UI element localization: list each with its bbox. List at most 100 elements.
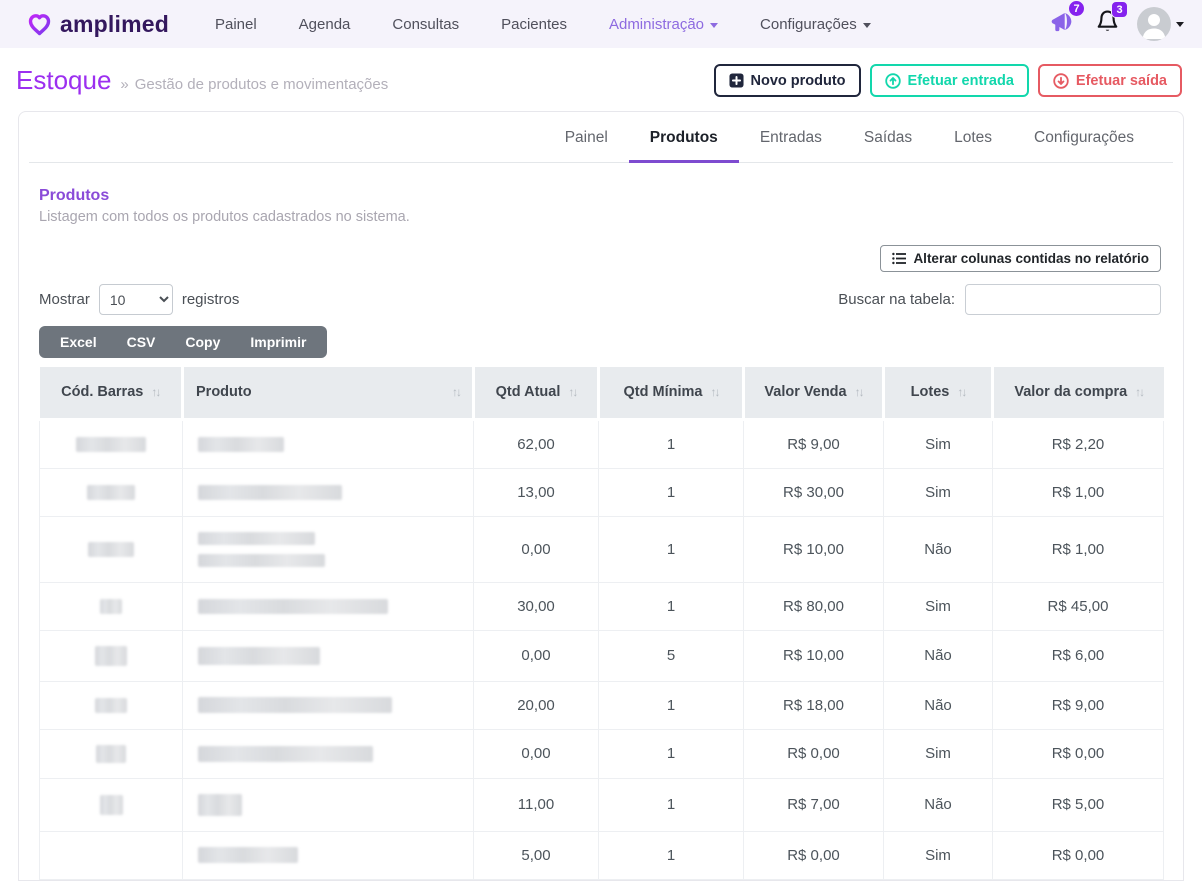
- cell-valor-compra: R$ 0,00: [992, 728, 1164, 779]
- column-header-valor-compra[interactable]: Valor da compra ↑↓: [992, 367, 1164, 421]
- breadcrumb: » Gestão de produtos e movimentações: [120, 75, 389, 93]
- column-header-valor-venda[interactable]: Valor Venda ↑↓: [743, 367, 885, 421]
- arrow-circle-down-icon: [1053, 72, 1069, 89]
- top-navbar: amplimed Painel Agenda Consultas Pacient…: [0, 0, 1202, 48]
- redacted-product-name: [198, 745, 373, 762]
- section-header: Produtos Listagem com todos os produtos …: [39, 187, 1163, 225]
- export-button-group: Excel CSV Copy Imprimir: [39, 326, 328, 358]
- redacted-barcode: [100, 598, 122, 614]
- cell-qtd-atual: 0,00: [473, 629, 599, 682]
- cell-valor-compra: R$ 0,00: [992, 830, 1164, 880]
- cell-qtd-atual: 62,00: [473, 418, 599, 469]
- avatar: [1137, 7, 1171, 41]
- cell-valor-venda: R$ 0,00: [743, 830, 884, 880]
- redacted-barcode: [76, 436, 146, 452]
- cell-produto: [182, 467, 474, 517]
- user-menu[interactable]: [1137, 7, 1184, 41]
- amplimed-logo[interactable]: amplimed: [26, 11, 169, 38]
- cell-qtd-atual: 13,00: [473, 467, 599, 517]
- cell-valor-venda: R$ 80,00: [743, 581, 884, 631]
- column-header-qtd-minima[interactable]: Qtd Mínima ↑↓: [598, 367, 745, 421]
- cell-produto: [182, 830, 474, 880]
- chevron-down-icon: [710, 22, 719, 28]
- column-header-qtd-atual[interactable]: Qtd Atual ↑↓: [473, 367, 600, 421]
- announcements-button[interactable]: 7: [1049, 0, 1085, 41]
- tab-produtos[interactable]: Produtos: [628, 112, 739, 163]
- redacted-barcode: [95, 697, 127, 713]
- tab-configuracoes[interactable]: Configurações: [1013, 112, 1155, 163]
- nav-item-consultas[interactable]: Consultas: [392, 16, 459, 33]
- cell-cod-barras: [39, 629, 183, 682]
- column-header-produto[interactable]: Produto ↑↓: [182, 367, 475, 421]
- search-label: Buscar na tabela:: [838, 291, 955, 308]
- cell-cod-barras: [39, 581, 183, 631]
- cell-qtd-atual: 5,00: [473, 830, 599, 880]
- cell-qtd-minima: 1: [598, 467, 744, 517]
- search-input[interactable]: [965, 284, 1161, 315]
- cell-cod-barras: [39, 777, 183, 832]
- export-print-button[interactable]: Imprimir: [235, 334, 321, 350]
- cell-valor-venda: R$ 0,00: [743, 728, 884, 779]
- table-header-row: Cód. Barras ↑↓ Produto ↑↓ Qtd Atual ↑↓ Qtd …: [39, 367, 1164, 421]
- chevron-down-icon: [862, 22, 871, 28]
- notifications-button[interactable]: 3: [1094, 1, 1128, 40]
- main-nav: Painel Agenda Consultas Pacientes Admini…: [215, 16, 871, 33]
- section-subtitle: Listagem com todos os produtos cadastrad…: [39, 209, 410, 225]
- table-row: 5,00 1 R$ 0,00 Sim R$ 0,00: [39, 830, 1164, 880]
- sort-icon: ↑↓: [1135, 385, 1145, 400]
- sort-icon: ↑↓: [710, 385, 720, 400]
- column-header-cod-barras[interactable]: Cód. Barras ↑↓: [39, 367, 184, 421]
- nav-item-configuracoes[interactable]: Configurações: [760, 16, 871, 33]
- cell-produto: [182, 728, 474, 779]
- cell-qtd-minima: 1: [598, 830, 744, 880]
- tab-painel[interactable]: Painel: [544, 112, 629, 163]
- cell-valor-compra: R$ 9,00: [992, 680, 1164, 730]
- table-row: 11,00 1 R$ 7,00 Não R$ 5,00: [39, 777, 1164, 832]
- page-size-select[interactable]: 10: [98, 284, 173, 315]
- page-size-control: Mostrar 10 registros: [39, 284, 239, 315]
- nav-item-painel[interactable]: Painel: [215, 16, 257, 33]
- redacted-product-name: [198, 531, 315, 545]
- sort-icon: ↑↓: [568, 385, 578, 400]
- page-title: Estoque: [16, 65, 112, 95]
- cell-qtd-atual: 20,00: [473, 680, 599, 730]
- show-label: Mostrar: [39, 291, 90, 308]
- tab-lotes[interactable]: Lotes: [933, 112, 1013, 163]
- tab-saidas[interactable]: Saídas: [843, 112, 933, 163]
- export-excel-button[interactable]: Excel: [45, 334, 112, 350]
- cell-valor-venda: R$ 30,00: [743, 467, 884, 517]
- table-row: 20,00 1 R$ 18,00 Não R$ 9,00: [39, 680, 1164, 730]
- new-product-button[interactable]: Novo produto: [713, 64, 861, 97]
- cell-qtd-minima: 1: [598, 777, 744, 832]
- sort-icon: ↑↓: [957, 385, 967, 400]
- sort-icon: ↑↓: [151, 385, 161, 400]
- cell-qtd-atual: 30,00: [473, 581, 599, 631]
- cell-qtd-atual: 0,00: [473, 728, 599, 779]
- stock-in-button[interactable]: Efetuar entrada: [869, 64, 1029, 97]
- export-copy-button[interactable]: Copy: [170, 334, 235, 350]
- cell-lotes: Não: [883, 680, 993, 730]
- export-csv-button[interactable]: CSV: [112, 334, 171, 350]
- cell-lotes: Não: [883, 777, 993, 832]
- alter-columns-button[interactable]: Alterar colunas contidas no relatório: [880, 245, 1161, 272]
- page-header: Estoque » Gestão de produtos e movimentaç…: [0, 48, 1202, 103]
- cell-valor-compra: R$ 45,00: [992, 581, 1164, 631]
- stock-tabs: Painel Produtos Entradas Saídas Lotes Co…: [29, 112, 1173, 163]
- table-row: 13,00 1 R$ 30,00 Sim R$ 1,00: [39, 467, 1164, 517]
- cell-valor-compra: R$ 1,00: [992, 515, 1164, 583]
- cell-qtd-atual: 11,00: [473, 777, 599, 832]
- cell-produto: [182, 515, 474, 583]
- cell-valor-venda: R$ 10,00: [743, 515, 884, 583]
- redacted-barcode: [95, 645, 127, 666]
- nav-item-pacientes[interactable]: Pacientes: [501, 16, 567, 33]
- column-header-lotes[interactable]: Lotes ↑↓: [883, 367, 994, 421]
- nav-item-administracao[interactable]: Administração: [609, 16, 719, 33]
- cell-lotes: Sim: [883, 830, 993, 880]
- redacted-product-name: [198, 484, 342, 500]
- redacted-product-name: [198, 646, 320, 665]
- stock-out-button[interactable]: Efetuar saída: [1037, 64, 1182, 97]
- tab-entradas[interactable]: Entradas: [739, 112, 843, 163]
- redacted-barcode: [96, 744, 126, 763]
- nav-item-agenda[interactable]: Agenda: [299, 16, 351, 33]
- table-row: 0,00 5 R$ 10,00 Não R$ 6,00: [39, 629, 1164, 682]
